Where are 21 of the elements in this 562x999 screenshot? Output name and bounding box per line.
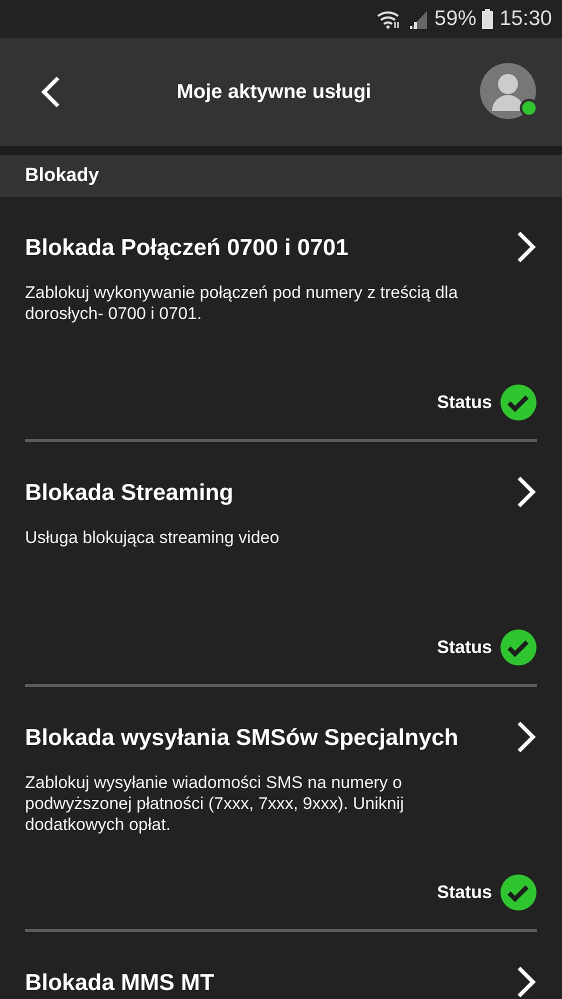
chevron-icon[interactable] [515,230,537,264]
battery-percent: 59% [434,7,476,31]
service-title[interactable]: Blokada wysyłania SMSów Specjalnych [25,724,458,750]
page-title: Moje aktywne usługi [176,80,372,104]
status-label: Status [436,637,492,658]
chevron-icon[interactable] [515,720,537,754]
battery-icon [482,9,494,29]
chevron-icon[interactable] [515,965,537,999]
avatar-icon[interactable] [480,63,538,121]
service-title[interactable]: Blokada Połączeń 0700 i 0701 [25,234,348,260]
service-description: Zablokuj wysyłanie wiadomości SMS na numery o podwyższonej płatności (7xxx, 7xxx, 9xxx). Uniknij dodatkowych opłat. [25,772,405,836]
service-description: Zablokuj wykonywanie połączeń pod numery z treścią dla dorosłych- 0700 i 0701. [25,282,459,325]
service-description: Usługa blokująca streaming video [25,527,280,549]
section-title: Blokady [25,165,99,187]
clock: 15:30 [499,7,552,31]
service-title[interactable]: Blokada MMS MT [25,968,214,996]
service-title[interactable]: Blokada Streaming [25,478,234,506]
signal-icon [408,9,428,29]
chevron-icon[interactable] [515,475,537,509]
status-label: Status [436,392,492,413]
status-label: Status [436,882,492,903]
